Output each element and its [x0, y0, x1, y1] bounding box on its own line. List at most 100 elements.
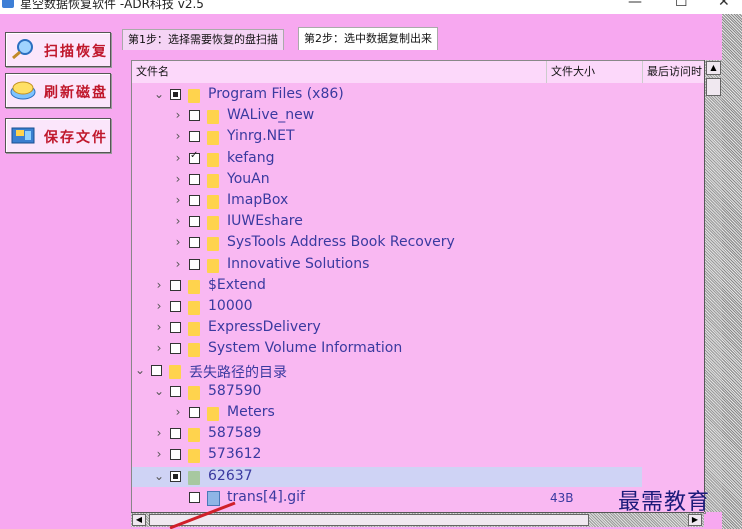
folder-row[interactable]: › 587589 [132, 424, 705, 444]
folder-icon [207, 407, 219, 421]
checkbox[interactable] [189, 173, 200, 185]
folder-row[interactable]: ⌄ Program Files (x86) [132, 85, 705, 105]
checkbox[interactable] [170, 89, 181, 100]
chevron-right-icon[interactable]: › [172, 235, 184, 249]
checkbox[interactable] [189, 237, 200, 249]
item-name: Program Files (x86) [208, 86, 344, 102]
folder-icon [207, 237, 219, 252]
folder-row[interactable]: › $Extend [132, 276, 705, 296]
folder-row[interactable]: › Meters [132, 403, 705, 423]
chevron-right-icon[interactable]: › [172, 172, 184, 186]
item-name: 587590 [208, 382, 262, 399]
folder-icon [207, 131, 219, 146]
checkbox[interactable] [189, 195, 200, 206]
window-title: 星空数据恢复软件 -ADR科技 v2.5 [20, 0, 204, 11]
folder-row[interactable]: › ExpressDelivery [132, 318, 705, 338]
checkbox[interactable] [189, 131, 200, 143]
item-name: IUWEshare [227, 213, 303, 230]
checkbox[interactable] [170, 449, 181, 461]
chevron-right-icon[interactable]: › [153, 299, 165, 313]
column-header-last-access[interactable]: 最后访问时 [643, 61, 705, 83]
checkbox[interactable] [170, 385, 181, 397]
folder-row[interactable]: › 573612 [132, 445, 705, 465]
file-tree-panel: 文件名 文件大小 最后访问时 ⌄ Program Files (x86) › WALi… [131, 60, 706, 514]
folder-row[interactable]: › WALive_new [132, 106, 705, 126]
folder-row[interactable]: › Yinrg.NET [132, 127, 705, 147]
scroll-left-icon[interactable]: ◀ [132, 514, 146, 526]
folder-icon [188, 343, 200, 358]
item-name: Yinrg.NET [227, 128, 295, 145]
item-name: YouAn [227, 170, 270, 187]
red-arrow-icon [169, 501, 236, 529]
checkbox[interactable] [170, 343, 181, 355]
chevron-down-icon[interactable]: ⌄ [153, 384, 165, 398]
checkbox[interactable] [189, 150, 200, 164]
chevron-right-icon[interactable]: › [172, 405, 184, 419]
close-button[interactable]: ✕ [718, 0, 730, 10]
folder-row[interactable]: › kefang [132, 149, 705, 169]
chevron-right-icon[interactable]: › [153, 447, 165, 461]
column-header-filename[interactable]: 文件名 [132, 61, 547, 83]
save-file-label: 保存文件 [44, 130, 108, 146]
folder-row[interactable]: › IUWEshare [132, 212, 705, 232]
minimize-button[interactable]: — [628, 0, 642, 10]
tab-step2[interactable]: 第2步：选中数据复制出来 [298, 27, 438, 50]
vertical-scroll-thumb[interactable] [706, 78, 721, 96]
folder-row[interactable]: › ImapBox [132, 191, 705, 211]
checkbox[interactable] [170, 301, 181, 312]
folder-icon [169, 364, 181, 379]
folder-icon [188, 385, 200, 400]
item-name: ImapBox [227, 192, 289, 208]
folder-icon [207, 216, 219, 231]
chevron-right-icon[interactable]: › [153, 426, 165, 440]
refresh-disk-icon [10, 81, 36, 100]
item-name: 10000 [208, 298, 253, 314]
scan-recover-button[interactable]: 扫描恢复 [5, 32, 111, 67]
folder-row[interactable]: › SysTools Address Book Recovery [132, 233, 705, 253]
app-icon [2, 0, 14, 8]
scroll-up-icon[interactable]: ▲ [706, 61, 721, 75]
chevron-down-icon[interactable]: ⌄ [153, 87, 165, 101]
folder-row[interactable]: ⌄ 62637 [132, 466, 642, 487]
chevron-right-icon[interactable]: › [153, 320, 165, 334]
checkbox[interactable] [189, 258, 200, 270]
chevron-down-icon[interactable]: ⌄ [153, 469, 165, 483]
chevron-right-icon[interactable]: › [172, 108, 184, 122]
chevron-right-icon[interactable]: › [172, 193, 184, 207]
checkbox[interactable] [189, 407, 200, 418]
refresh-disk-button[interactable]: 刷新磁盘 [5, 73, 111, 108]
watermark: 最需教育 [618, 490, 711, 515]
checkbox[interactable] [170, 470, 181, 482]
chevron-right-icon[interactable]: › [153, 278, 165, 292]
folder-row[interactable]: › Innovative Solutions [132, 255, 705, 275]
folder-row[interactable]: › System Volume Information [132, 339, 705, 359]
folder-row[interactable]: ⌄ 587590 [132, 382, 705, 402]
chevron-right-icon[interactable]: › [172, 151, 184, 165]
chevron-right-icon[interactable]: › [172, 214, 184, 228]
folder-icon [207, 110, 219, 125]
save-file-button[interactable]: 保存文件 [5, 118, 111, 153]
item-name: $Extend [208, 276, 266, 293]
folder-row[interactable]: › YouAn [132, 170, 705, 190]
checkbox[interactable] [170, 279, 181, 291]
item-name: kefang [227, 149, 275, 166]
vertical-scrollbar[interactable]: ▲ [704, 60, 722, 512]
chevron-right-icon[interactable]: › [172, 129, 184, 143]
checkbox[interactable] [189, 110, 200, 122]
checkbox[interactable] [189, 216, 200, 228]
item-name: ExpressDelivery [208, 319, 321, 336]
chevron-down-icon[interactable]: ⌄ [134, 363, 146, 377]
column-header-filesize[interactable]: 文件大小 [547, 61, 643, 83]
chevron-right-icon[interactable]: › [153, 341, 165, 355]
checkbox[interactable] [151, 364, 162, 376]
item-size: 43B [550, 490, 574, 505]
folder-row[interactable]: › 10000 [132, 297, 705, 317]
tab-step1[interactable]: 第1步：选择需要恢复的盘扫描 [122, 29, 284, 50]
item-name: 62637 [208, 467, 253, 484]
checkbox[interactable] [170, 322, 181, 334]
chevron-right-icon[interactable]: › [172, 257, 184, 271]
maximize-button[interactable]: ☐ [675, 0, 688, 10]
checkbox[interactable] [170, 428, 181, 440]
folder-row[interactable]: ⌄ 丢失路径的目录 [132, 361, 705, 381]
item-name: SysTools Address Book Recovery [227, 234, 455, 251]
